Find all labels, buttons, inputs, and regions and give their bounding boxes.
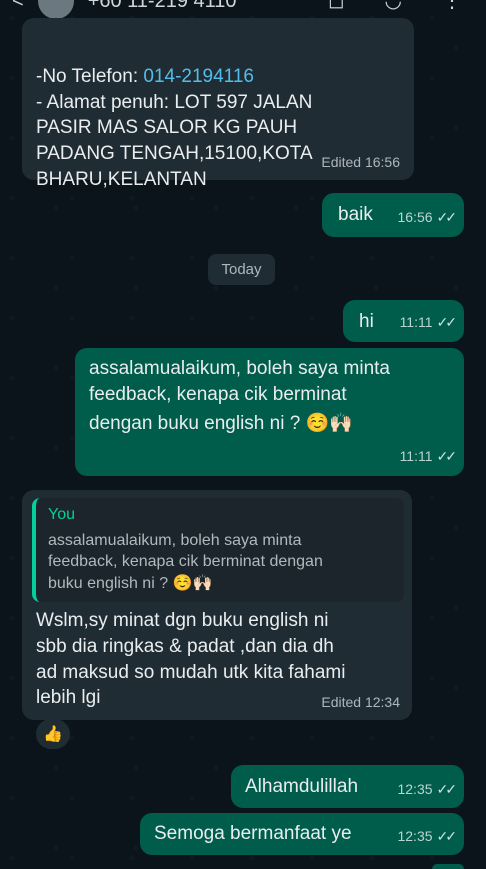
quote-text: assalamualaikum, boleh saya minta [48,531,302,549]
message-text: dengan buku english ni ? ☺️🙌🏻 [89,413,353,435]
message-time: 12:35 [397,828,433,845]
message-outgoing-partial[interactable] [432,864,464,869]
quote-text: feedback, kenapa cik berminat dengan [48,553,323,571]
message-text: -No Telefon: [36,66,144,87]
read-ticks-icon: ✓✓ [436,209,458,226]
message-text: Wslm,sy minat dgn buku english ni [36,610,329,632]
message-meta: Edited 12:34 [321,694,400,711]
message-text: Alhamdulillah [245,776,359,797]
read-ticks-icon: ✓✓ [436,314,458,331]
message-meta: Edited 16:56 [321,154,400,171]
message-text: PASIR MAS SALOR KG PAUH [36,117,298,139]
date-separator: Today [208,254,275,285]
quote-text: buku english ni ? ☺️🙌🏻 [48,574,213,592]
contact-name[interactable]: +60 11-219 4110 [88,0,237,13]
message-outgoing[interactable]: hi 11:11 ✓✓ [343,300,464,342]
message-incoming[interactable]: You assalamualaikum, boleh saya minta fe… [22,490,412,720]
message-outgoing[interactable]: assalamualaikum, boleh saya minta feedba… [75,348,464,476]
message-outgoing[interactable]: baik 16:56 ✓✓ [322,193,464,237]
avatar[interactable] [37,0,74,19]
more-icon[interactable]: ⋮ [442,0,462,13]
message-text: feedback, kenapa cik berminat [89,383,347,405]
message-incoming[interactable]: -No Telefon: 014-2194116 - Alamat penuh:… [22,18,414,190]
message-text: ad maksud so mudah utk kita fahami [36,661,346,683]
chat-header: < +60 11-219 4110 ◻ ◡ ⋮ [0,0,486,19]
read-ticks-icon: ✓✓ [436,781,458,798]
phone-link[interactable]: 014-2194116 [143,66,254,87]
read-ticks-icon: ✓✓ [436,448,458,465]
call-icon[interactable]: ◡ [385,0,402,13]
message-text: baik [338,204,373,225]
quote-author: You [48,506,75,523]
message-outgoing[interactable]: Semoga bermanfaat ye 12:35 ✓✓ [140,813,464,855]
message-time: 12:35 [397,781,433,798]
video-call-icon[interactable]: ◻ [328,0,345,13]
chat-background: < +60 11-219 4110 ◻ ◡ ⋮ -No Telefon: 014… [0,0,486,869]
message-text: assalamualaikum, boleh saya minta [89,358,390,379]
message-text: - Alamat penuh: LOT 597 JALAN [36,91,313,113]
message-time: 11:11 [399,314,433,331]
message-time: 16:56 [397,209,433,226]
message-text: hi [359,311,374,332]
quoted-message[interactable]: You assalamualaikum, boleh saya minta fe… [32,498,404,603]
reaction-thumbs-up-icon[interactable]: 👍 [36,719,70,749]
message-text: sbb dia ringkas & padat ,dan dia dh [36,636,334,658]
message-outgoing[interactable]: Alhamdulillah 12:35 ✓✓ [231,765,464,808]
back-arrow-icon[interactable]: < [12,0,24,13]
message-time: 11:11 [399,448,433,465]
message-text: Semoga bermanfaat ye [154,823,352,844]
read-ticks-icon: ✓✓ [436,828,458,845]
